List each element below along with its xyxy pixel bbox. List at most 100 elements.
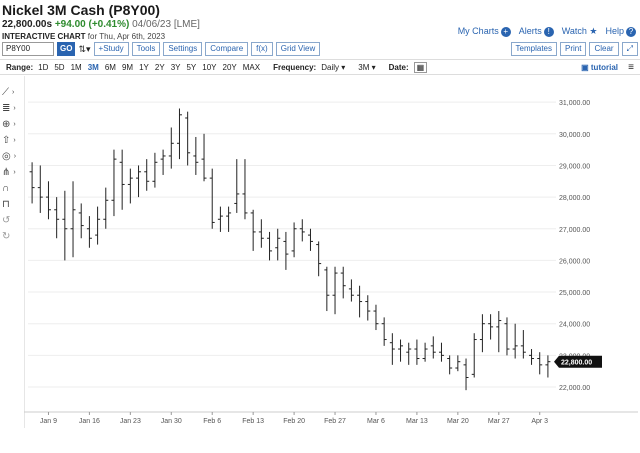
- help-link[interactable]: Help?: [605, 26, 636, 37]
- ohlc-bar: [545, 355, 551, 378]
- range-option[interactable]: MAX: [243, 63, 260, 72]
- x-axis: Jan 9 Jan 16 Jan 23 Jan 30 Feb 6 Feb 13 Feb 20…: [24, 411, 638, 425]
- ohlc-bar: [152, 152, 158, 188]
- range-option[interactable]: 5Y: [186, 63, 196, 72]
- fib-tool-icon[interactable]: ≣ ›: [2, 100, 24, 116]
- ohlc-bar: [136, 165, 142, 198]
- ohlc-bar: [316, 241, 322, 277]
- range-option[interactable]: 20Y: [223, 63, 237, 72]
- ohlc-bar: [95, 206, 101, 245]
- ohlc-bar: [504, 317, 510, 356]
- range-option[interactable]: 2Y: [155, 63, 165, 72]
- calendar-icon[interactable]: ▦: [413, 61, 428, 73]
- symbol-input[interactable]: P8Y00: [2, 42, 54, 56]
- watch-link[interactable]: Watch ★: [562, 26, 598, 37]
- x-tick-label: Jan 16: [79, 418, 100, 425]
- ohlc-bar: [422, 342, 428, 362]
- last-price-tag-label: 22,800.00: [561, 360, 592, 367]
- ohlc-bar: [283, 231, 289, 270]
- period-select[interactable]: 3M ▾: [358, 63, 375, 72]
- y-tick-label: 31,000.00: [559, 100, 590, 107]
- clear-button[interactable]: Clear: [589, 42, 619, 56]
- ohlc-bar: [406, 342, 412, 365]
- range-option[interactable]: 1D: [38, 63, 48, 72]
- menu-icon[interactable]: ≡: [628, 62, 634, 73]
- tools-button[interactable]: Tools: [131, 42, 161, 56]
- ohlc-bar: [463, 358, 469, 391]
- my-charts-link[interactable]: My Charts +: [458, 26, 511, 37]
- range-option[interactable]: 3M: [88, 63, 99, 72]
- go-button[interactable]: GO: [57, 42, 76, 56]
- price-change: +94.00 (+0.41%): [54, 19, 130, 30]
- y-tick-label: 28,000.00: [559, 195, 590, 202]
- toolbar-right: Templates Print Clear ⤢: [510, 42, 638, 56]
- last-price: 22,800.00s: [2, 19, 53, 30]
- range-option[interactable]: 5D: [54, 63, 64, 72]
- ohlc-bar: [348, 279, 354, 302]
- period-value: 3M: [358, 62, 370, 72]
- grid-view-button[interactable]: Grid View: [275, 42, 321, 56]
- range-option[interactable]: 6M: [105, 63, 116, 72]
- y-tick-label: 30,000.00: [559, 132, 590, 139]
- ohlc-bar: [103, 187, 109, 229]
- y-tick-label: 27,000.00: [559, 227, 590, 234]
- x-tick-label: Feb 6: [203, 418, 221, 425]
- ohlc-bar: [250, 209, 256, 251]
- alerts-link[interactable]: Alerts!: [519, 26, 554, 37]
- add-study-button[interactable]: +Study: [93, 42, 129, 56]
- ohlc-bar: [160, 149, 166, 175]
- ohlc-bars: [29, 108, 551, 391]
- ohlc-bar: [299, 219, 305, 242]
- my-charts-label: My Charts: [457, 26, 499, 36]
- function-button[interactable]: f(x): [251, 42, 273, 56]
- range-option[interactable]: 1M: [71, 63, 82, 72]
- chart-date-label: for Thu, Apr 6th, 2023: [87, 32, 166, 41]
- settings-button[interactable]: Settings: [163, 42, 203, 56]
- last-price-tag: 22,800.00: [554, 355, 602, 368]
- x-tick-label: Feb 13: [242, 418, 264, 425]
- date-label: Date:: [388, 62, 409, 72]
- label-tool-icon[interactable]: ◎ ›: [2, 148, 24, 164]
- ohlc-bar: [438, 342, 444, 362]
- crosshair-tool-icon[interactable]: ⊕ ›: [2, 116, 24, 132]
- frequency-value: Daily: [321, 62, 339, 72]
- y-tick-label: 29,000.00: [559, 163, 590, 170]
- compare-button[interactable]: Compare: [205, 42, 249, 56]
- range-option[interactable]: 10Y: [202, 63, 216, 72]
- help-label: Help: [605, 26, 624, 36]
- magnet-icon[interactable]: ∩: [2, 180, 24, 196]
- tutorial-link[interactable]: ▣ tutorial: [581, 63, 618, 72]
- ohlc-bar: [78, 203, 84, 239]
- frequency-select[interactable]: Daily ▾: [321, 63, 345, 72]
- redo-icon[interactable]: ↻: [2, 228, 24, 244]
- ohlc-bar: [45, 181, 51, 220]
- undo-icon[interactable]: ↺: [2, 212, 24, 228]
- line-tool-icon[interactable]: ⟋ ›: [2, 84, 24, 100]
- x-tick-label: Feb 20: [283, 418, 305, 425]
- pitchfork-tool-icon[interactable]: ⋔ ›: [2, 164, 24, 180]
- top-links: My Charts + Alerts! Watch ★ Help?: [458, 26, 636, 37]
- ohlc-bar: [54, 197, 60, 239]
- range-option[interactable]: 9M: [122, 63, 133, 72]
- ohlc-bar: [398, 339, 404, 362]
- ohlc-bar: [209, 168, 215, 229]
- x-tick-label: Jan 30: [161, 418, 182, 425]
- print-button[interactable]: Print: [560, 42, 587, 56]
- arrow-tool-icon[interactable]: ⇧ ›: [2, 132, 24, 148]
- ohlc-bar: [267, 231, 273, 261]
- ohlc-bar: [291, 222, 297, 258]
- ohlc-bar: [332, 266, 338, 315]
- ohlc-bar: [479, 314, 485, 353]
- range-option[interactable]: 1Y: [139, 63, 149, 72]
- ohlc-bar: [185, 111, 191, 166]
- ohlc-bar: [512, 323, 518, 359]
- y-tick-label: 25,000.00: [559, 290, 590, 297]
- chart-type-icon[interactable]: ⇅▾: [78, 44, 90, 55]
- x-tick-label: Feb 27: [324, 418, 346, 425]
- expand-icon[interactable]: ⤢: [621, 42, 638, 56]
- templates-button[interactable]: Templates: [510, 42, 558, 56]
- lock-icon[interactable]: ⊓: [2, 196, 24, 212]
- range-option[interactable]: 3Y: [171, 63, 181, 72]
- price-chart[interactable]: Jan 9 Jan 16 Jan 23 Jan 30 Feb 6 Feb 13 Feb 20…: [24, 76, 638, 428]
- ohlc-bar: [217, 206, 223, 232]
